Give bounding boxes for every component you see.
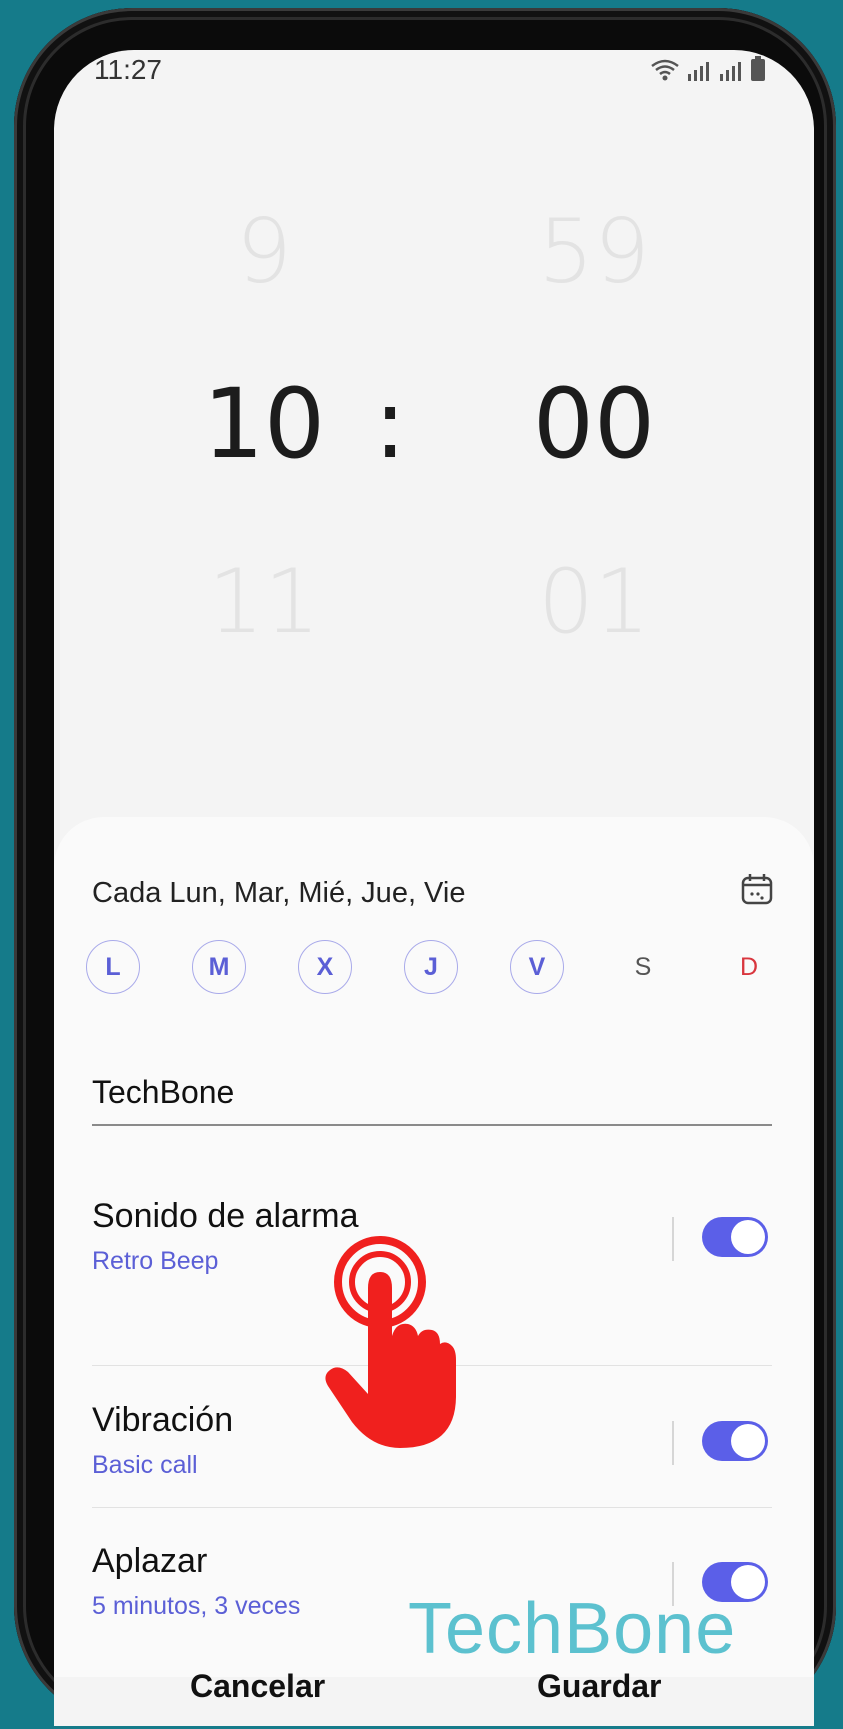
minute-selected[interactable]: 00 — [494, 368, 694, 480]
setting-title: Vibración — [92, 1401, 234, 1439]
day-toggle-j[interactable]: J — [404, 940, 458, 994]
day-toggle-x[interactable]: X — [298, 940, 352, 994]
day-toggle-v[interactable]: V — [510, 940, 564, 994]
minute-next[interactable]: 01 — [494, 550, 694, 653]
alarm-sound-toggle[interactable] — [702, 1217, 768, 1257]
wifi-icon — [651, 59, 679, 81]
divider — [672, 1217, 674, 1261]
day-toggle-m[interactable]: M — [192, 940, 246, 994]
signal-icon — [688, 62, 709, 81]
cancel-button[interactable]: Cancelar — [190, 1668, 325, 1705]
setting-title: Aplazar — [92, 1542, 208, 1580]
time-separator: : — [373, 368, 407, 480]
status-icons — [650, 56, 766, 82]
status-time: 11:27 — [94, 54, 162, 85]
status-bar: 11:27 — [54, 50, 814, 110]
bottom-action-bar: Cancelar Guardar — [54, 1668, 814, 1726]
screen: 11:27 9 10 11: 59 00 01 Cada Lun, Mar, … — [54, 50, 814, 1726]
setting-title: Sonido de alarma — [92, 1197, 359, 1235]
vibration-toggle[interactable] — [702, 1421, 768, 1461]
repeat-summary: Cada Lun, Mar, Mié, Jue, Vie — [92, 877, 466, 909]
save-button[interactable]: Guardar — [537, 1668, 661, 1705]
watermark: TechBone — [408, 1589, 737, 1669]
weekday-selector: L M X J V S D — [86, 940, 786, 1000]
setting-subtitle: Retro Beep — [92, 1247, 219, 1275]
hour-selected[interactable]: 10 — [164, 368, 364, 480]
tap-hand-icon — [325, 1236, 456, 1448]
setting-subtitle: 5 minutos, 3 veces — [92, 1592, 301, 1620]
signal-icon — [720, 62, 741, 81]
hour-prev[interactable]: 9 — [164, 200, 364, 303]
divider — [92, 1507, 772, 1508]
calendar-icon[interactable] — [740, 872, 774, 906]
day-toggle-l[interactable]: L — [86, 940, 140, 994]
battery-icon — [751, 56, 765, 81]
minute-prev[interactable]: 59 — [494, 200, 694, 303]
hour-next[interactable]: 11 — [164, 550, 364, 653]
alarm-name-input[interactable]: TechBone — [92, 1070, 772, 1126]
day-toggle-d[interactable]: D — [722, 940, 776, 994]
setting-subtitle: Basic call — [92, 1451, 198, 1479]
divider — [672, 1421, 674, 1465]
day-toggle-s[interactable]: S — [616, 940, 670, 994]
